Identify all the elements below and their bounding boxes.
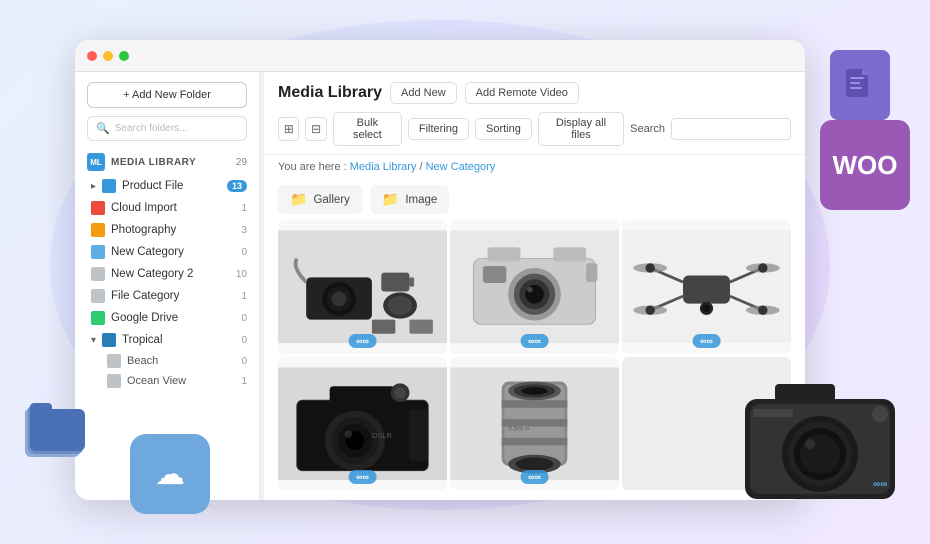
sidebar-item-google-drive[interactable]: Google Drive 0 bbox=[75, 307, 259, 329]
sidebar-label-beach: Beach bbox=[127, 355, 158, 367]
search-placeholder: Search folders... bbox=[115, 123, 188, 134]
sidebar-section-header: ML MEDIA LIBRARY 29 bbox=[75, 149, 259, 175]
file-category-count: 1 bbox=[241, 291, 247, 302]
svg-text:DSLR: DSLR bbox=[372, 430, 393, 439]
media-library-logo: ML bbox=[87, 153, 105, 171]
folder-icon-gray-file bbox=[91, 289, 105, 303]
grid-view-button[interactable]: ⊞ bbox=[278, 117, 299, 141]
sidebar-item-photography[interactable]: Photography 3 bbox=[75, 219, 259, 241]
bulk-select-button[interactable]: Bulk select bbox=[333, 112, 402, 146]
sidebar-label-new-category: New Category bbox=[111, 246, 184, 258]
photography-count: 3 bbox=[241, 225, 247, 236]
breadcrumb-separator: / bbox=[419, 161, 422, 173]
sidebar-label-product-file: Product File bbox=[122, 180, 183, 192]
image-cell-5[interactable]: 0.5m ∞ ∞∞ bbox=[450, 357, 619, 491]
sidebar-item-file-category[interactable]: File Category 1 bbox=[75, 285, 259, 307]
display-all-button[interactable]: Display all files bbox=[538, 112, 624, 146]
toolbar: ⊞ ⊟ Bulk select Filtering Sorting Displa… bbox=[264, 104, 805, 155]
sidebar-item-tropical[interactable]: ▾ Tropical 0 bbox=[75, 329, 259, 351]
sidebar-label-new-category-2: New Category 2 bbox=[111, 268, 193, 280]
sidebar-item-new-category-2[interactable]: New Category 2 10 bbox=[75, 263, 259, 285]
browser-window: + Add New Folder 🔍 Search folders... ML … bbox=[75, 40, 805, 500]
sidebar-label-google-drive: Google Drive bbox=[111, 312, 178, 324]
image-cell-1[interactable]: ∞∞ bbox=[278, 220, 447, 354]
page-title: Media Library bbox=[278, 84, 382, 102]
breadcrumb-current: New Category bbox=[426, 161, 496, 173]
sidebar-label-photography: Photography bbox=[111, 224, 176, 236]
cloud-import-count: 1 bbox=[241, 203, 247, 214]
add-folder-button[interactable]: + Add New Folder bbox=[87, 82, 247, 108]
browser-titlebar bbox=[75, 40, 805, 72]
folder-icon-darkblue bbox=[102, 333, 116, 347]
folder-pill-image-label: Image bbox=[405, 194, 437, 206]
deco-cloud-icon: ☁ bbox=[130, 434, 210, 514]
image-4-badge: ∞∞ bbox=[348, 470, 377, 484]
breadcrumb: You are here : Media Library / New Categ… bbox=[264, 155, 805, 179]
sidebar-label-cloud-import: Cloud Import bbox=[111, 202, 177, 214]
sidebar-sub-item-ocean-view[interactable]: Ocean View 1 bbox=[75, 371, 259, 391]
image-cell-3[interactable]: ∞∞ bbox=[622, 220, 791, 354]
folder-icon-beach bbox=[107, 354, 121, 368]
add-remote-video-button[interactable]: Add Remote Video bbox=[465, 82, 579, 104]
breadcrumb-prefix: You are here : bbox=[278, 161, 347, 173]
maximize-dot[interactable] bbox=[119, 51, 129, 61]
folder-icon-gray-2 bbox=[91, 267, 105, 281]
add-new-button[interactable]: Add New bbox=[390, 82, 457, 104]
sidebar-item-product-file[interactable]: ▸ Product File 13 bbox=[75, 175, 259, 197]
search-icon: 🔍 bbox=[96, 122, 110, 135]
image-cell-4[interactable]: DSLR ∞∞ bbox=[278, 357, 447, 491]
svg-text:∞∞: ∞∞ bbox=[873, 479, 887, 490]
folder-icon-ocean bbox=[107, 374, 121, 388]
folder-pill-gallery[interactable]: 📁 Gallery bbox=[278, 185, 362, 214]
folder-icon-green bbox=[91, 311, 105, 325]
sidebar-item-cloud-import[interactable]: Cloud Import 1 bbox=[75, 197, 259, 219]
image-1-badge: ∞∞ bbox=[348, 334, 377, 348]
deco-folder-stack bbox=[20, 404, 90, 464]
image-cell-2[interactable]: ∞∞ bbox=[450, 220, 619, 354]
breadcrumb-parent[interactable]: Media Library bbox=[350, 161, 417, 173]
sidebar-label-file-category: File Category bbox=[111, 290, 179, 302]
folder-icon-blue bbox=[102, 179, 116, 193]
search-area: Search bbox=[630, 118, 791, 140]
folder-pill-image[interactable]: 📁 Image bbox=[370, 185, 449, 214]
sidebar-section-title: MEDIA LIBRARY bbox=[111, 157, 230, 168]
tropical-count: 0 bbox=[241, 335, 247, 346]
list-view-button[interactable]: ⊟ bbox=[305, 117, 326, 141]
folder-pill-image-icon: 📁 bbox=[382, 191, 399, 208]
ocean-view-count: 1 bbox=[241, 376, 247, 387]
sidebar-label-ocean-view: Ocean View bbox=[127, 375, 186, 387]
folder-icon-lightblue bbox=[91, 245, 105, 259]
image-5-badge: ∞∞ bbox=[520, 470, 549, 484]
main-header: Media Library Add New Add Remote Video bbox=[264, 72, 805, 104]
minimize-dot[interactable] bbox=[103, 51, 113, 61]
product-file-badge: 13 bbox=[227, 180, 247, 192]
beach-count: 0 bbox=[241, 356, 247, 367]
deco-camera-image: ∞∞ bbox=[720, 354, 920, 514]
folder-icon-red bbox=[91, 201, 105, 215]
sidebar-item-new-category[interactable]: New Category 0 bbox=[75, 241, 259, 263]
search-label: Search bbox=[630, 123, 665, 135]
new-category-count: 0 bbox=[241, 247, 247, 258]
image-2-badge: ∞∞ bbox=[520, 334, 549, 348]
sidebar-label-tropical: Tropical bbox=[122, 334, 162, 346]
sidebar-sub-item-beach[interactable]: Beach 0 bbox=[75, 351, 259, 371]
image-3-badge: ∞∞ bbox=[692, 334, 721, 348]
folder-icon-yellow bbox=[91, 223, 105, 237]
deco-woo-badge: WOO bbox=[820, 120, 910, 210]
filtering-button[interactable]: Filtering bbox=[408, 118, 469, 140]
deco-file-icon bbox=[830, 50, 890, 120]
folder-pill-gallery-icon: 📁 bbox=[290, 191, 307, 208]
folder-pills: 📁 Gallery 📁 Image bbox=[264, 179, 805, 220]
google-drive-count: 0 bbox=[241, 313, 247, 324]
search-input[interactable] bbox=[671, 118, 791, 140]
sidebar-search-box[interactable]: 🔍 Search folders... bbox=[87, 116, 247, 141]
close-dot[interactable] bbox=[87, 51, 97, 61]
sidebar-total-count: 29 bbox=[236, 157, 247, 168]
folder-pill-gallery-label: Gallery bbox=[313, 194, 349, 206]
new-category-2-count: 10 bbox=[236, 269, 247, 280]
sorting-button[interactable]: Sorting bbox=[475, 118, 532, 140]
svg-text:0.5m ∞: 0.5m ∞ bbox=[508, 425, 529, 432]
